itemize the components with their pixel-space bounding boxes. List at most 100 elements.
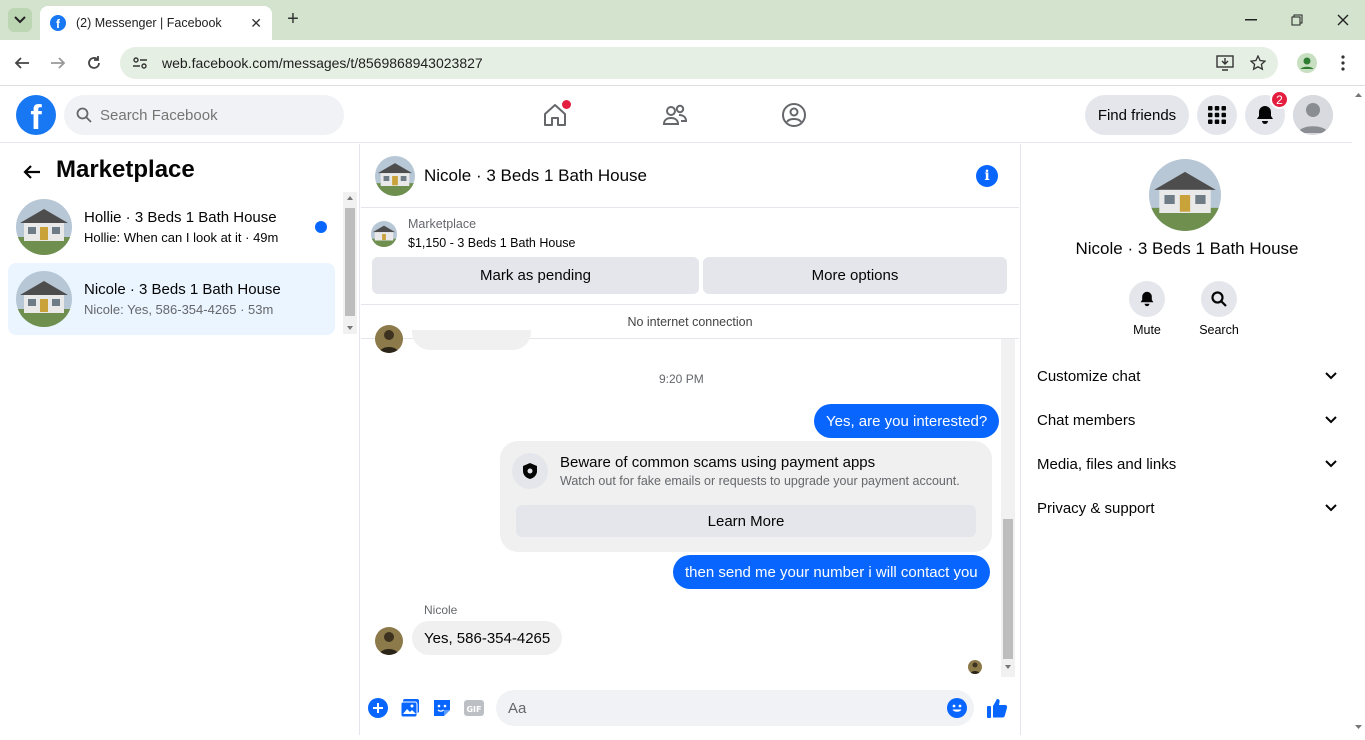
gif-icon: GIF xyxy=(464,700,484,716)
shield-icon xyxy=(512,453,548,489)
privacy-support-section[interactable]: Privacy & support xyxy=(1029,486,1345,530)
back-arrow-button[interactable] xyxy=(20,160,44,184)
account-avatar[interactable] xyxy=(1293,95,1333,135)
contact-avatar[interactable] xyxy=(1149,159,1221,231)
incoming-message[interactable]: Yes, 586-354-4265 xyxy=(412,621,563,655)
attach-photo-button[interactable] xyxy=(398,696,422,720)
customize-chat-section[interactable]: Customize chat xyxy=(1029,354,1345,398)
emoji-button[interactable] xyxy=(945,696,969,720)
home-nav-button[interactable] xyxy=(535,95,575,135)
unread-indicator xyxy=(315,221,327,233)
chat-panel: Nicole · 3 Beds 1 Bath House i Marketpla… xyxy=(361,144,1019,735)
gif-button[interactable]: GIF xyxy=(462,696,486,720)
scam-warning-title: Beware of common scams using payment app… xyxy=(560,454,876,471)
mark-as-pending-button[interactable]: Mark as pending xyxy=(372,257,699,294)
star-icon xyxy=(1250,55,1266,71)
conversation-preview: Nicole: Yes, 586-354-4265 · 53m xyxy=(84,302,274,317)
message-composer: GIF xyxy=(361,684,1019,735)
find-friends-button[interactable]: Find friends xyxy=(1085,95,1189,135)
kebab-menu-icon xyxy=(1341,55,1345,71)
groups-nav-button[interactable] xyxy=(774,95,814,135)
chat-details-panel: Nicole · 3 Beds 1 Bath House Mute Search… xyxy=(1020,144,1352,735)
close-icon xyxy=(1337,14,1349,26)
new-tab-button[interactable]: + xyxy=(283,9,303,30)
friends-nav-button[interactable] xyxy=(655,95,695,135)
mute-button[interactable]: Mute xyxy=(1117,281,1177,337)
sender-avatar[interactable] xyxy=(375,627,403,655)
sticker-button[interactable] xyxy=(430,696,454,720)
listing-detail[interactable]: $1,150 - 3 Beds 1 Bath House xyxy=(408,236,575,250)
more-options-button[interactable]: More options xyxy=(703,257,1007,294)
arrow-left-icon xyxy=(14,57,29,69)
install-icon xyxy=(1216,55,1234,71)
reload-button[interactable] xyxy=(83,52,105,74)
chat-title[interactable]: Nicole · 3 Beds 1 Bath House xyxy=(424,166,647,186)
facebook-search[interactable] xyxy=(64,95,344,135)
bell-icon xyxy=(1257,106,1273,124)
mute-label: Mute xyxy=(1133,323,1161,337)
conversation-list-scrollbar[interactable] xyxy=(343,192,357,334)
section-label: Customize chat xyxy=(1037,367,1141,385)
menu-button[interactable] xyxy=(1197,95,1237,135)
info-icon[interactable]: i xyxy=(976,165,998,187)
seen-indicator-avatar xyxy=(968,660,982,674)
listing-thumbnail[interactable] xyxy=(371,221,397,247)
browser-menu-button[interactable] xyxy=(1332,52,1354,74)
chat-avatar[interactable] xyxy=(375,156,415,196)
groups-icon xyxy=(782,103,806,127)
message-input-field[interactable] xyxy=(496,690,974,726)
more-actions-button[interactable] xyxy=(366,696,390,720)
learn-more-button[interactable]: Learn More xyxy=(516,505,976,537)
chevron-down-icon xyxy=(1325,460,1337,468)
message-input[interactable] xyxy=(508,699,928,717)
browser-toolbar: web.facebook.com/messages/t/856986894302… xyxy=(0,40,1365,86)
facebook-header: f Find friends 2 xyxy=(0,87,1352,143)
search-label: Search xyxy=(1199,323,1239,337)
bookmark-button[interactable] xyxy=(1247,52,1269,74)
address-bar[interactable]: web.facebook.com/messages/t/856986894302… xyxy=(120,47,1278,79)
listing-source-label: Marketplace xyxy=(408,217,477,231)
conversation-item-hollie[interactable]: Hollie · 3 Beds 1 Bath House Hollie: Whe… xyxy=(8,191,335,263)
sender-name: Nicole xyxy=(424,603,458,617)
tab-list-button[interactable] xyxy=(8,8,32,32)
contact-name: Nicole · 3 Beds 1 Bath House xyxy=(1075,239,1299,258)
chat-members-section[interactable]: Chat members xyxy=(1029,398,1345,442)
svg-text:GIF: GIF xyxy=(466,705,481,714)
bell-icon xyxy=(1140,291,1154,307)
send-like-button[interactable] xyxy=(985,696,1009,720)
forward-button[interactable] xyxy=(47,52,69,74)
arrow-right-icon xyxy=(51,57,66,69)
panel-title: Marketplace xyxy=(56,156,195,183)
section-label: Chat members xyxy=(1037,411,1136,429)
outgoing-message[interactable]: then send me your number i will contact … xyxy=(673,555,990,589)
install-app-button[interactable] xyxy=(1214,52,1236,74)
minimize-button[interactable] xyxy=(1239,8,1263,32)
site-settings-icon[interactable] xyxy=(132,55,148,71)
facebook-logo[interactable]: f xyxy=(16,95,56,135)
browser-tab-bar: f (2) Messenger | Facebook ✕ + xyxy=(0,0,1365,40)
minimize-icon xyxy=(1245,19,1257,21)
sender-avatar[interactable] xyxy=(375,325,403,353)
facebook-favicon-icon: f xyxy=(50,15,66,31)
browser-tab[interactable]: f (2) Messenger | Facebook ✕ xyxy=(40,6,272,40)
grid-menu-icon xyxy=(1208,106,1226,124)
back-button[interactable] xyxy=(11,52,33,74)
restore-button[interactable] xyxy=(1285,8,1309,32)
section-label: Privacy & support xyxy=(1037,499,1155,517)
message-bubble-partial xyxy=(412,330,531,350)
conversation-name: Nicole · 3 Beds 1 Bath House xyxy=(84,281,281,298)
chevron-down-icon xyxy=(1325,372,1337,380)
profile-button[interactable] xyxy=(1296,52,1318,74)
page-scrollbar[interactable] xyxy=(1352,87,1365,735)
reload-icon xyxy=(88,56,100,69)
plus-circle-icon xyxy=(368,698,388,718)
search-input[interactable] xyxy=(100,106,320,124)
outgoing-message[interactable]: Yes, are you interested? xyxy=(814,404,1000,438)
media-files-links-section[interactable]: Media, files and links xyxy=(1029,442,1345,486)
chat-scrollbar[interactable] xyxy=(1001,339,1015,677)
conversation-item-nicole[interactable]: Nicole · 3 Beds 1 Bath House Nicole: Yes… xyxy=(8,263,335,335)
tab-close-icon[interactable]: ✕ xyxy=(250,15,262,32)
search-in-conversation-button[interactable]: Search xyxy=(1189,281,1249,337)
close-window-button[interactable] xyxy=(1331,8,1355,32)
listing-thumbnail xyxy=(16,271,72,327)
